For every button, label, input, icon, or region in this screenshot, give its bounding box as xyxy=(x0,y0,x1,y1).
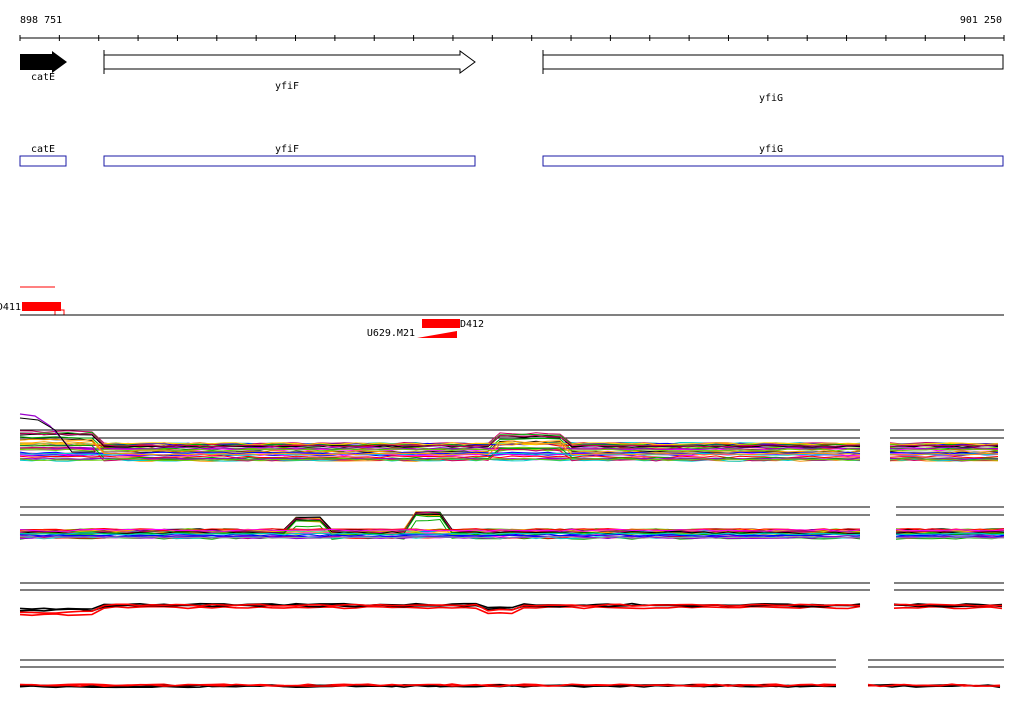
gene-label-yfig: yfiG xyxy=(759,93,783,104)
expression-panel xyxy=(19,413,1004,462)
feature-box-yfif[interactable] xyxy=(103,155,476,167)
feature-box-cate[interactable] xyxy=(19,155,67,167)
genome-browser-view: 898 751 901 250 catE yfiF yfiG catE yfiF… xyxy=(0,15,1005,689)
probe-label-d412: D412 xyxy=(460,319,484,330)
gene-annotation-track: catE yfiF yfiG xyxy=(20,50,1004,104)
gene-arrow-cate[interactable] xyxy=(20,51,67,73)
expression-profile-panels xyxy=(19,413,1005,689)
expression-panel xyxy=(19,659,1004,689)
feature-box-yfig[interactable] xyxy=(542,155,1004,167)
feature-label-yfig: yfiG xyxy=(759,144,783,155)
expression-panel xyxy=(19,506,1005,540)
probe-bar-d412[interactable] xyxy=(422,319,460,328)
feature-box-track: catE yfiF yfiG xyxy=(19,144,1004,167)
expression-series-line xyxy=(19,605,861,617)
expression-series-line xyxy=(19,603,861,614)
feature-label-cate: catE xyxy=(31,144,55,155)
expression-panel xyxy=(19,582,1004,617)
coordinate-ruler: 898 751 901 250 xyxy=(19,15,1005,41)
probe-label-u629-m21: U629.M21 xyxy=(367,328,415,339)
ruler-start-label: 898 751 xyxy=(20,15,62,26)
feature-label-yfif: yfiF xyxy=(275,144,299,155)
gene-label-cate: catE xyxy=(31,72,55,83)
ruler-end-label: 901 250 xyxy=(960,15,1002,26)
gene-box-yfig[interactable] xyxy=(542,54,1004,70)
gene-label-yfif: yfiF xyxy=(275,81,299,92)
probe-wedge-u629-m21[interactable] xyxy=(417,331,457,338)
probe-label-d411: D411 xyxy=(0,302,21,313)
gene-arrow-yfif[interactable] xyxy=(103,50,476,74)
probe-track: D411 D412 U629.M21 xyxy=(0,286,1004,339)
